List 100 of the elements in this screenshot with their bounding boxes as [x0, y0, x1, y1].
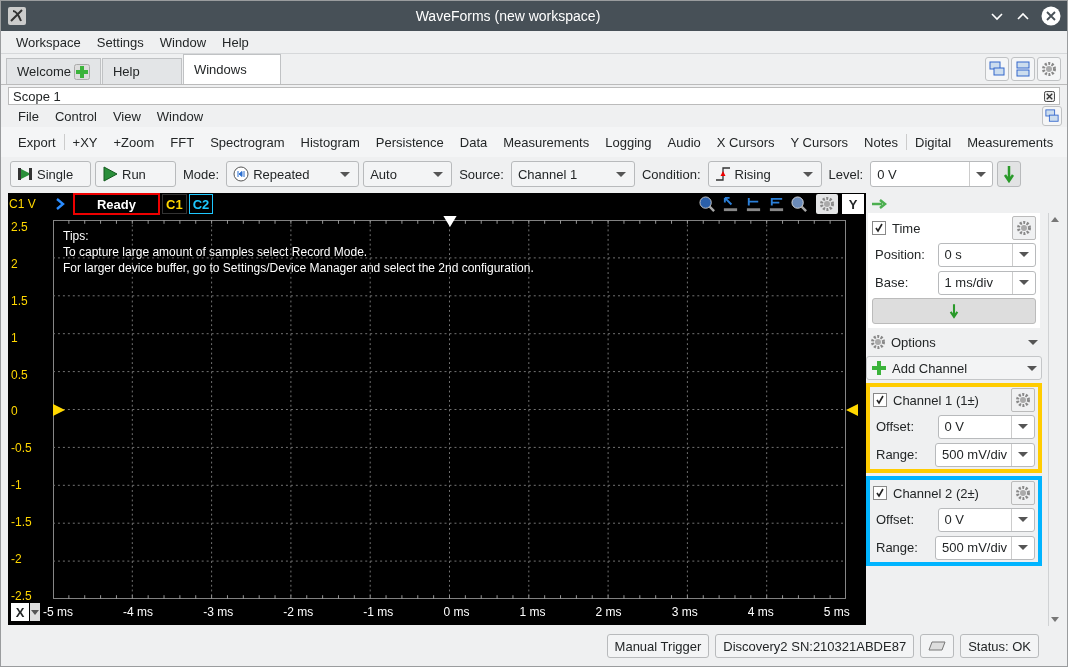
- toolbar-button[interactable]: Notes: [856, 134, 907, 150]
- field-label: Offset:: [875, 419, 916, 434]
- toolbar-button[interactable]: Spectrogram: [202, 134, 293, 150]
- x-tick-label: -3 ms: [203, 605, 234, 619]
- options-row[interactable]: Options: [866, 331, 1042, 353]
- checkbox[interactable]: [872, 221, 886, 235]
- add-channel-button[interactable]: Add Channel: [866, 356, 1042, 380]
- tab[interactable]: Welcome: [6, 58, 101, 84]
- condition-dropdown[interactable]: Rising: [707, 161, 822, 187]
- value-field[interactable]: 0 V: [937, 507, 1035, 532]
- caret-icon: [31, 609, 39, 615]
- gear-icon: [1015, 485, 1031, 501]
- marker-icon[interactable]: [745, 195, 762, 213]
- toolbar-button[interactable]: +XY: [64, 134, 106, 150]
- menu-item[interactable]: Window: [151, 34, 215, 50]
- y-tick-label: 2.5: [11, 220, 29, 234]
- toolbar-button[interactable]: FFT: [162, 134, 203, 150]
- single-button[interactable]: Single: [10, 161, 91, 187]
- settings-button[interactable]: [816, 194, 838, 214]
- x-tick-label: -5 ms: [43, 605, 73, 619]
- document-title: Scope 1: [13, 88, 61, 104]
- mode-label: Mode:: [182, 166, 221, 182]
- x-tick-label: 1 ms: [519, 605, 546, 619]
- tip-text: For larger device buffer, go to Settings/Device Manager and select the 2nd configuration.: [63, 260, 534, 276]
- y-tick-label: 2: [11, 256, 19, 271]
- settings-button[interactable]: [1011, 388, 1035, 412]
- mode-type-dropdown[interactable]: Auto: [363, 161, 453, 187]
- trigger-position-marker[interactable]: [442, 216, 457, 227]
- level-field[interactable]: 0 V: [870, 161, 994, 187]
- tip-text: To capture large amount of samples select Record Mode.: [63, 244, 369, 260]
- toolbar-button[interactable]: Export: [10, 134, 64, 150]
- chevron-icon[interactable]: [55, 197, 65, 211]
- y-tick-label: 1: [11, 330, 19, 345]
- status-button[interactable]: Status: OK: [960, 634, 1039, 658]
- scrollbar[interactable]: [1048, 213, 1060, 626]
- caret-icon: [433, 172, 444, 177]
- undock-button[interactable]: [1042, 106, 1062, 126]
- gear-icon: [1015, 392, 1031, 408]
- menu-item[interactable]: File: [10, 108, 47, 124]
- toolbar-button[interactable]: Measurements: [495, 134, 598, 150]
- acquisition-status: Ready: [73, 193, 160, 215]
- toolbar-button[interactable]: Measurements: [959, 134, 1062, 150]
- gear-icon: [870, 334, 886, 350]
- source-dropdown[interactable]: Channel 1: [510, 161, 635, 187]
- mode-dropdown[interactable]: Repeated: [226, 161, 360, 187]
- toolbar-button[interactable]: +Zoom: [105, 134, 163, 150]
- settings-button[interactable]: [1012, 216, 1036, 240]
- apply-button[interactable]: [997, 161, 1022, 187]
- x-axis-dropdown[interactable]: [30, 603, 40, 621]
- y-tick-label: -1.5: [11, 515, 33, 530]
- marker-icon[interactable]: [768, 195, 785, 213]
- trigger-level-marker[interactable]: [846, 403, 858, 416]
- y-axis-button[interactable]: Y: [842, 194, 864, 214]
- device-button[interactable]: Discovery2 SN:210321ABDE87: [715, 634, 915, 658]
- y-tick-label: -2: [11, 552, 23, 566]
- cursor-icon[interactable]: [722, 195, 739, 213]
- toolbar-button[interactable]: Histogram: [292, 134, 368, 150]
- channel-tag[interactable]: C1: [162, 194, 187, 214]
- plus-icon: [871, 360, 887, 376]
- toolbar-button[interactable]: X Cursors: [708, 134, 783, 150]
- menu-item[interactable]: Help: [214, 34, 257, 50]
- zoom-icon[interactable]: [791, 195, 808, 213]
- toolbar-button[interactable]: Persistence: [367, 134, 452, 150]
- x-axis-button[interactable]: X: [11, 603, 29, 621]
- menu-item[interactable]: Window: [148, 108, 212, 124]
- app-logo-icon: [7, 6, 27, 26]
- toolbar-button[interactable]: Audio: [659, 134, 709, 150]
- menu-item[interactable]: Workspace: [8, 34, 89, 50]
- manual-trigger-button[interactable]: Manual Trigger: [606, 634, 710, 658]
- value-field[interactable]: 500 mV/div: [935, 535, 1035, 560]
- y-tick-label: -2.5: [11, 588, 33, 603]
- close-icon[interactable]: [1041, 6, 1061, 26]
- offset-marker[interactable]: [53, 403, 65, 416]
- window-title: WaveForms (new workspace): [414, 8, 602, 24]
- menu-item[interactable]: Control: [46, 108, 105, 124]
- value-field[interactable]: 0 s: [937, 242, 1036, 267]
- channel-tag[interactable]: C2: [188, 194, 214, 214]
- settings-button[interactable]: [1037, 57, 1061, 81]
- zoom-in-icon[interactable]: [699, 195, 716, 213]
- checkbox[interactable]: [873, 393, 887, 407]
- cascade-windows-icon: [989, 61, 1005, 77]
- toolbar-button[interactable]: Data: [451, 134, 496, 150]
- value-field[interactable]: 0 V: [937, 414, 1035, 439]
- settings-button[interactable]: [1011, 481, 1035, 505]
- close-icon[interactable]: [1044, 90, 1055, 102]
- repeat-icon: [233, 166, 250, 182]
- toolbar-button[interactable]: Y Cursors: [782, 134, 857, 150]
- tab[interactable]: Windows: [182, 54, 281, 84]
- menu-item[interactable]: Settings: [88, 34, 152, 50]
- menu-item[interactable]: View: [104, 108, 149, 124]
- x-tick-label: 2 ms: [595, 605, 622, 619]
- toolbar-button[interactable]: Digital: [907, 134, 960, 150]
- run-button[interactable]: Run: [95, 161, 176, 187]
- arrow-down-icon: [1003, 165, 1016, 183]
- tab[interactable]: Help: [101, 58, 182, 84]
- toolbar-button[interactable]: Logging: [597, 134, 660, 150]
- tile-button[interactable]: [1011, 57, 1035, 81]
- checkbox[interactable]: [873, 486, 887, 500]
- value-field[interactable]: 500 mV/div: [935, 442, 1035, 467]
- value-field[interactable]: 1 ms/div: [937, 270, 1036, 295]
